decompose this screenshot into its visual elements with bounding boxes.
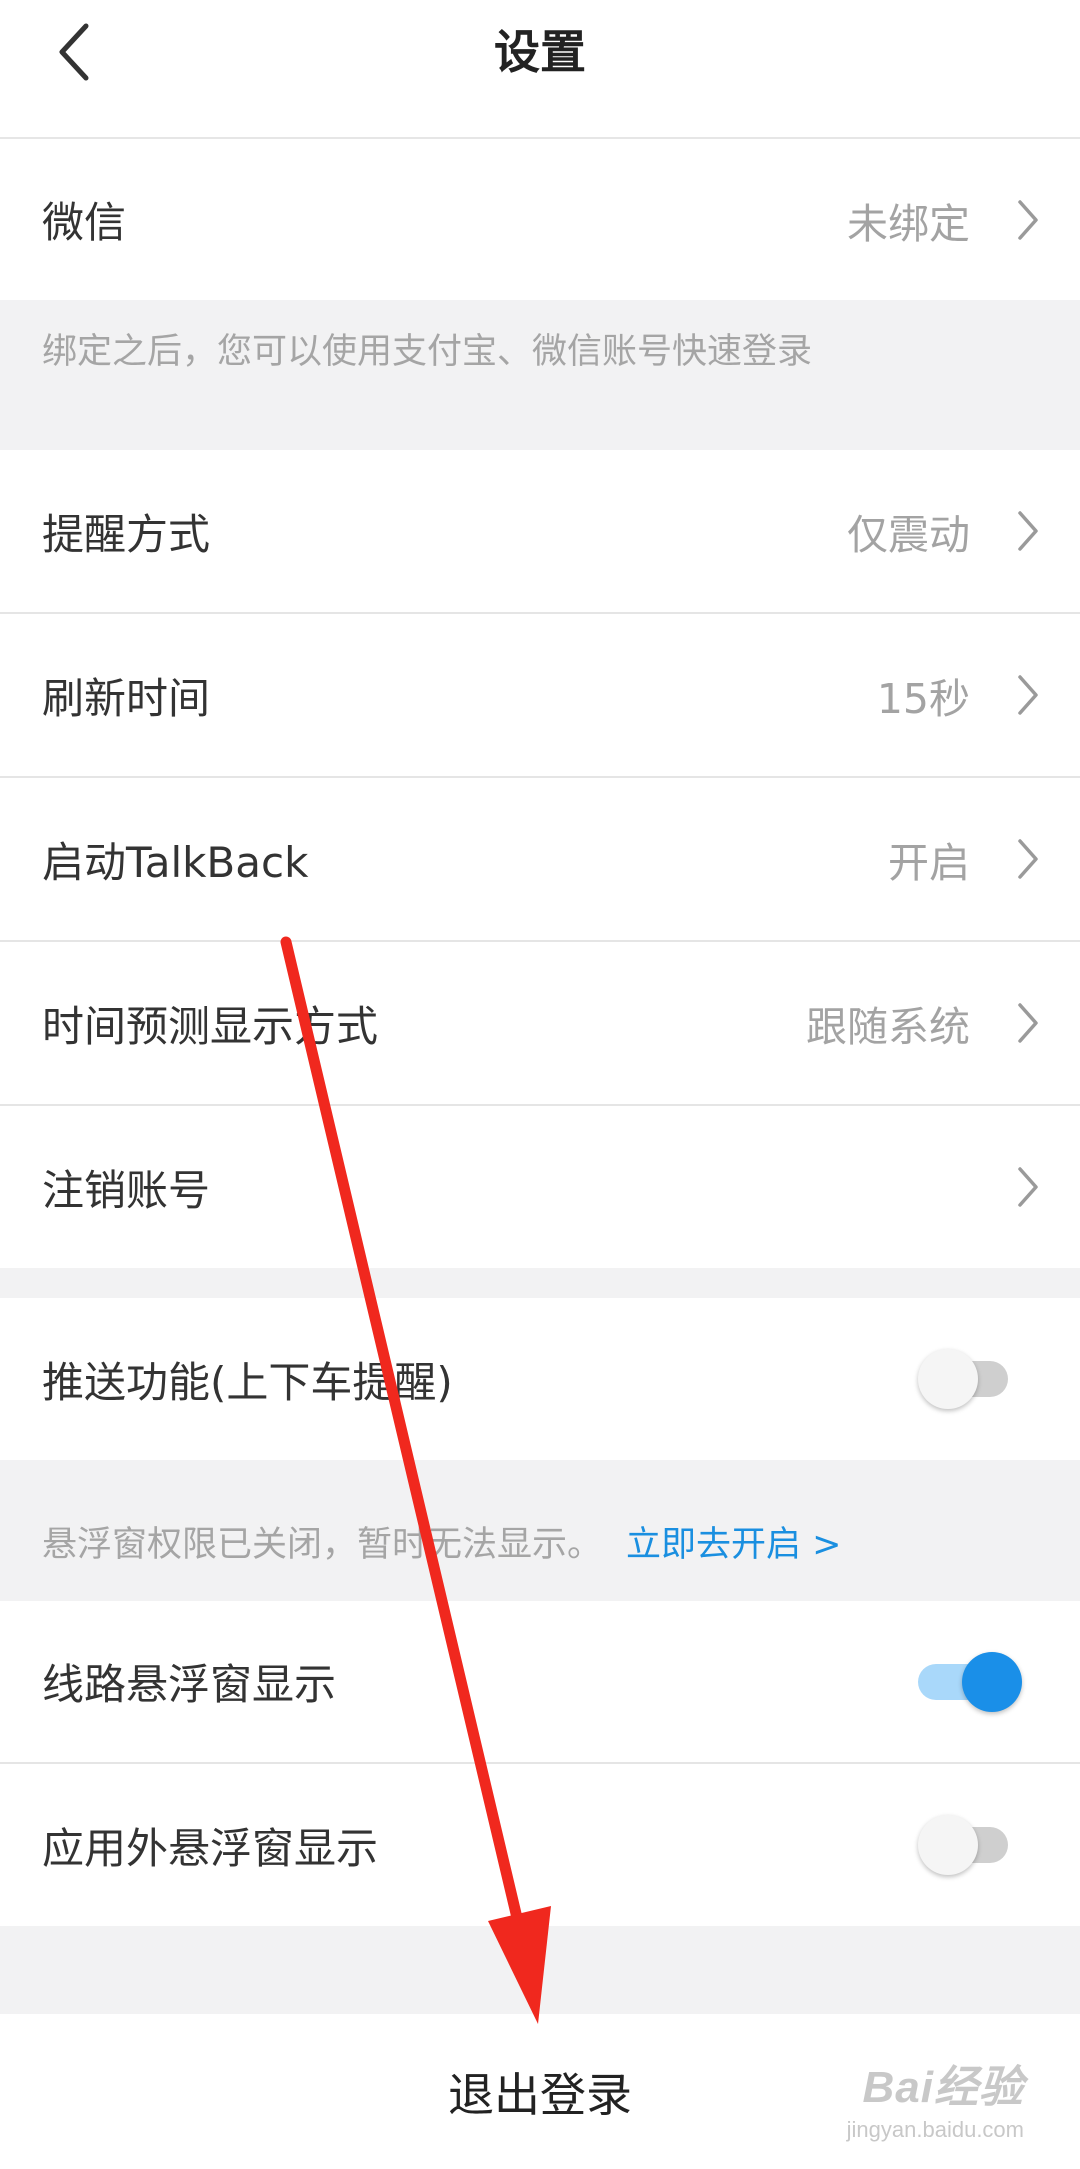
enable-permission-link[interactable]: 立即去开启 > bbox=[626, 1525, 841, 1565]
push-notification-row: 推送功能(上下车提醒) bbox=[0, 1298, 1080, 1460]
wechat-label: 微信 bbox=[42, 198, 127, 247]
watermark-url: jingyan.baidu.com bbox=[846, 2117, 1024, 2142]
settings-row-label: 刷新时间 bbox=[42, 673, 211, 723]
settings-row-delete-account[interactable]: 注销账号 bbox=[0, 1106, 1080, 1268]
route-float-label: 线路悬浮窗显示 bbox=[42, 1660, 337, 1709]
baidu-watermark: Bai经验 jingyan.baidu.com bbox=[824, 2037, 1024, 2147]
watermark-main: Bai经验 bbox=[862, 2063, 1024, 2112]
settings-row-label: 时间预测显示方式 bbox=[42, 1001, 379, 1051]
settings-row-label: 提醒方式 bbox=[42, 509, 211, 559]
page-title: 设置 bbox=[494, 25, 586, 79]
chevron-right-icon bbox=[1018, 1167, 1038, 1207]
settings-row-refresh[interactable]: 刷新时间 15秒 bbox=[0, 614, 1080, 778]
external-float-toggle[interactable] bbox=[918, 1813, 1008, 1877]
settings-row-value: 跟随系统 bbox=[806, 1003, 970, 1051]
float-note-text: 悬浮窗权限已关闭，暂时无法显示。 bbox=[42, 1525, 603, 1565]
wechat-binding-row[interactable]: 微信 未绑定 bbox=[0, 139, 1080, 300]
route-float-window-row: 线路悬浮窗显示 bbox=[0, 1601, 1080, 1764]
settings-row-value: 15秒 bbox=[876, 675, 970, 723]
push-toggle[interactable] bbox=[918, 1347, 1008, 1411]
settings-row-value: 仅震动 bbox=[847, 511, 970, 559]
header: 设置 bbox=[0, 0, 1080, 139]
external-float-window-row: 应用外悬浮窗显示 bbox=[0, 1764, 1080, 1926]
wechat-value: 未绑定 bbox=[847, 199, 970, 248]
route-float-toggle[interactable] bbox=[918, 1650, 1022, 1714]
push-label: 推送功能(上下车提醒) bbox=[42, 1357, 453, 1407]
external-float-label: 应用外悬浮窗显示 bbox=[42, 1823, 379, 1873]
bind-note: 绑定之后，您可以使用支付宝、微信账号快速登录 bbox=[42, 332, 813, 372]
settings-row-time-prediction[interactable]: 时间预测显示方式 跟随系统 bbox=[0, 942, 1080, 1106]
settings-row-talkback[interactable]: 启动TalkBack 开启 bbox=[0, 778, 1080, 942]
chevron-right-icon bbox=[1018, 199, 1038, 240]
settings-row-reminder[interactable]: 提醒方式 仅震动 bbox=[0, 450, 1080, 614]
float-permission-note: 悬浮窗权限已关闭，暂时无法显示。 立即去开启 > bbox=[42, 1520, 841, 1570]
settings-row-label: 注销账号 bbox=[42, 1165, 211, 1215]
chevron-right-icon bbox=[1018, 511, 1038, 551]
settings-row-label: 启动TalkBack bbox=[42, 837, 309, 887]
chevron-right-icon bbox=[1018, 675, 1038, 715]
settings-row-value: 开启 bbox=[888, 839, 970, 887]
chevron-right-icon bbox=[1018, 839, 1038, 879]
chevron-right-icon bbox=[1018, 1003, 1038, 1043]
